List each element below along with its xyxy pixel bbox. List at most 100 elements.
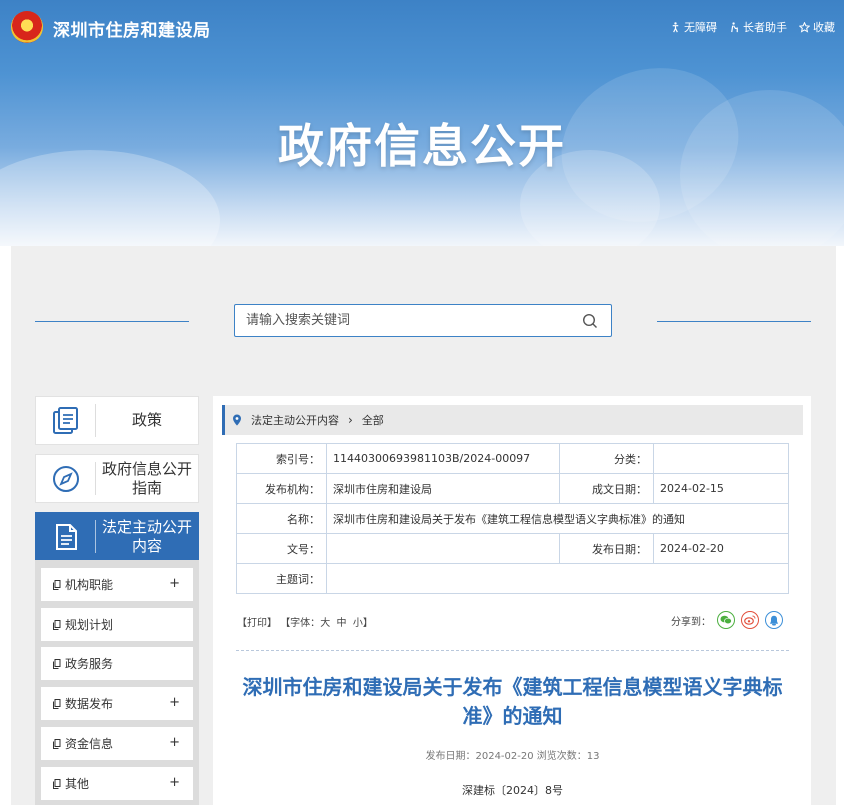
subnav-label: 数据发布 (65, 697, 114, 711)
subnav-label: 其他 (65, 777, 90, 791)
weibo-icon (744, 615, 756, 625)
table-row: 主题词： (236, 563, 789, 594)
subnav-label: 政务服务 (65, 657, 114, 671)
name-label: 名称： (236, 503, 327, 534)
subnav-label: 规划计划 (65, 618, 114, 632)
doc-icon (53, 658, 61, 669)
document-meta-table: 索引号： 11440300693981103B/2024-00097 分类： 发… (236, 443, 789, 594)
banner-title: 政府信息公开 (278, 119, 566, 173)
star-icon (799, 21, 810, 33)
document-icon (55, 523, 77, 550)
subnav-item-funding-info[interactable]: 资金信息 + (41, 727, 193, 760)
subnav-item-institution-functions[interactable]: 机构职能 + (41, 568, 193, 601)
search-box (234, 304, 612, 337)
doc-icon (53, 579, 61, 590)
expand-icon[interactable]: + (169, 695, 180, 710)
nav-icon-wrap (36, 462, 96, 495)
table-row: 名称： 深圳市住房和建设局关于发布《建筑工程信息模型语义字典标准》的通知 (236, 503, 789, 534)
share-qq-button[interactable] (765, 611, 783, 629)
article-publish-info: 发布日期：2024-02-20 浏览次数：13 (425, 751, 600, 762)
doc-icon (53, 698, 61, 709)
breadcrumb-separator: › (348, 413, 353, 427)
expand-icon[interactable]: + (169, 735, 180, 750)
index-value: 11440300693981103B/2024-00097 (326, 443, 560, 474)
share-label: 分享到： (671, 616, 711, 628)
article-doc-number: 深建标〔2024〕8号 (462, 784, 563, 797)
article-tools: 【打印】 【字体：大 中 小】 (237, 614, 373, 629)
elder-assistant-label: 长者助手 (743, 21, 787, 34)
national-emblem-icon (11, 11, 43, 43)
top-bar: 深圳市住房和建设局 无障碍 长者助手 收藏 (0, 0, 844, 56)
doc-number-label: 文号： (236, 533, 327, 564)
breadcrumb-item[interactable]: 全部 (362, 412, 384, 428)
location-pin-icon (233, 414, 241, 426)
content-divider (236, 650, 789, 651)
print-button[interactable]: 【打印】 (237, 618, 277, 629)
doc-icon (53, 619, 61, 630)
font-size-suffix: 】 (362, 618, 373, 629)
search-icon[interactable] (582, 313, 598, 329)
subnav-item-other[interactable]: 其他 + (41, 767, 193, 800)
agency-label: 发布机构： (236, 473, 327, 504)
document-stack-icon (52, 406, 78, 434)
font-large-button[interactable]: 大 (320, 618, 330, 629)
nav-icon-wrap (36, 404, 96, 437)
wechat-icon (720, 615, 732, 625)
nav-item-statutory-content[interactable]: 法定主动公开内容 (35, 512, 199, 561)
subnav-item-planning[interactable]: 规划计划 (41, 608, 193, 641)
subnav-label: 资金信息 (65, 737, 114, 751)
nav-item-label: 法定主动公开内容 (102, 517, 193, 555)
expand-icon[interactable]: + (169, 576, 180, 591)
subnav-item-government-services[interactable]: 政务服务 (41, 647, 193, 680)
accessibility-link[interactable]: 无障碍 (670, 19, 717, 35)
subnav-item-data-release[interactable]: 数据发布 + (41, 687, 193, 720)
doc-number-value (326, 533, 560, 564)
article-title: 深圳市住房和建设局关于发布《建筑工程信息模型语义字典标准》的通知 (242, 675, 783, 728)
favorite-link[interactable]: 收藏 (799, 19, 835, 35)
expand-icon[interactable]: + (169, 775, 180, 790)
favorite-label: 收藏 (813, 21, 835, 34)
font-small-button[interactable]: 小 (353, 618, 363, 629)
nav-item-label: 政府信息公开指南 (102, 459, 193, 497)
compass-icon (52, 465, 79, 492)
search-divider-right (657, 321, 811, 322)
top-links: 无障碍 长者助手 收藏 (670, 19, 835, 35)
site-title[interactable]: 深圳市住房和建设局 (53, 16, 211, 41)
elder-assistant-icon (731, 21, 738, 32)
published-date-value: 2024-02-20 (653, 533, 789, 564)
font-size-prefix: 【字体： (280, 618, 321, 629)
subnav-label: 机构职能 (65, 578, 114, 592)
nav-item-policy[interactable]: 政策 (35, 396, 199, 445)
published-date-label: 发布日期： (559, 533, 654, 564)
search-input[interactable] (235, 305, 565, 336)
created-date-label: 成文日期： (559, 473, 654, 504)
share-weibo-button[interactable] (741, 611, 759, 629)
breadcrumb: 法定主动公开内容 › 全部 (222, 405, 803, 435)
elder-assistant-link[interactable]: 长者助手 (729, 19, 787, 35)
created-date-value: 2024-02-15 (653, 473, 789, 504)
nav-icon-wrap (36, 520, 96, 553)
doc-icon (53, 738, 61, 749)
header-banner: 深圳市住房和建设局 无障碍 长者助手 收藏 政府信息公开 (0, 0, 844, 246)
category-value (653, 443, 789, 474)
agency-value: 深圳市住房和建设局 (326, 473, 560, 504)
table-row: 发布机构： 深圳市住房和建设局 成文日期： 2024-02-15 (236, 473, 789, 504)
doc-icon (53, 778, 61, 789)
share-wechat-button[interactable] (717, 611, 735, 629)
table-row: 文号： 发布日期： 2024-02-20 (236, 533, 789, 564)
category-label: 分类： (559, 443, 654, 474)
accessibility-icon (672, 21, 679, 32)
nav-item-label: 政策 (131, 411, 162, 429)
name-value: 深圳市住房和建设局关于发布《建筑工程信息模型语义字典标准》的通知 (326, 503, 789, 534)
nav-item-disclosure-guide[interactable]: 政府信息公开指南 (35, 454, 199, 503)
share-bar: 分享到： (671, 611, 783, 629)
accessibility-label: 无障碍 (684, 21, 717, 34)
font-medium-button[interactable]: 中 (337, 618, 347, 629)
table-row: 索引号： 11440300693981103B/2024-00097 分类： (236, 443, 789, 474)
index-label: 索引号： (236, 443, 327, 474)
qq-icon (770, 615, 778, 625)
subject-value (326, 563, 789, 594)
subject-label: 主题词： (236, 563, 327, 594)
breadcrumb-item[interactable]: 法定主动公开内容 (251, 412, 339, 428)
search-divider-left (35, 321, 189, 322)
